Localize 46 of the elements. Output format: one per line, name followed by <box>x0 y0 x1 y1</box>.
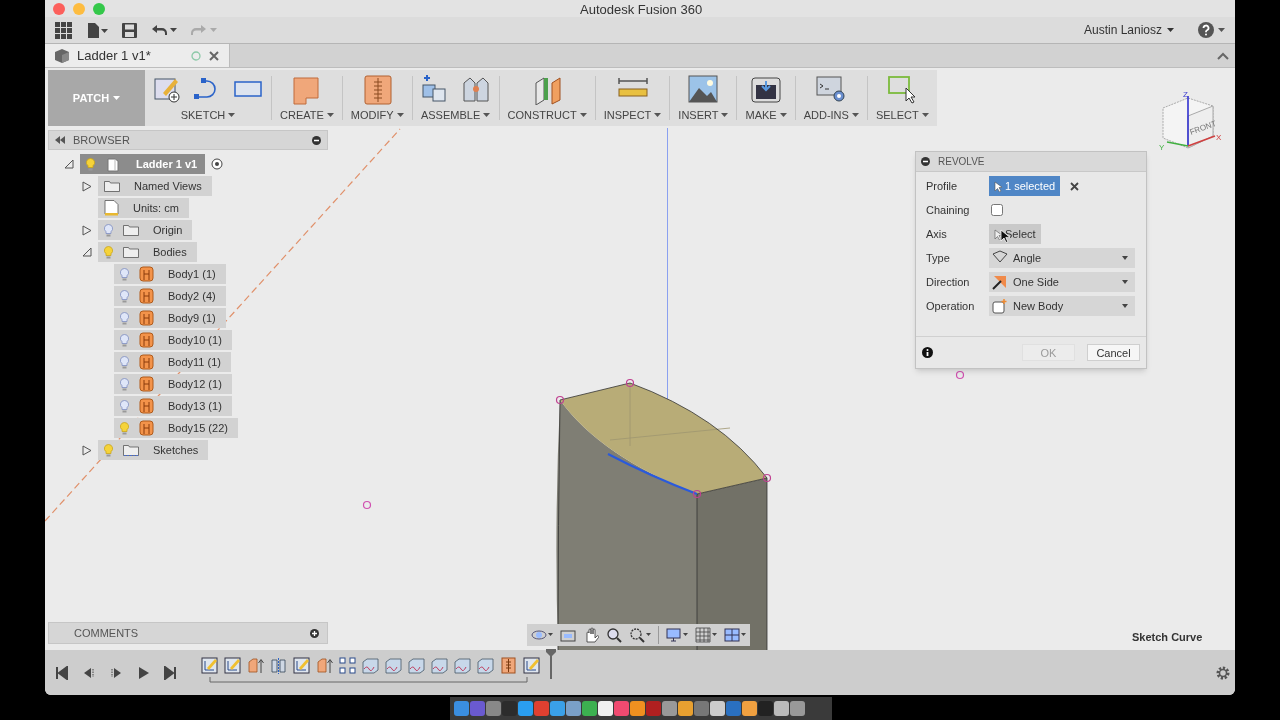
toolbar-menu[interactable]: INSPECT <box>603 106 662 123</box>
selection-button[interactable]: Select <box>989 224 1041 244</box>
field-label: Profile <box>926 178 959 194</box>
tree-item[interactable]: Body15 (22) <box>114 418 238 438</box>
dialog-button[interactable]: Cancel <box>1087 344 1140 361</box>
axis-label: X <box>1216 133 1222 142</box>
axis-label: Y <box>1159 143 1165 152</box>
panel-title: COMMENTS <box>74 625 140 641</box>
field-label: Chaining <box>926 202 971 218</box>
tree-item[interactable]: Body1 (1) <box>114 264 226 284</box>
tree-item[interactable]: Units: cm <box>98 198 189 218</box>
field-label: Direction <box>926 274 971 290</box>
tree-item[interactable]: Body13 (1) <box>114 396 232 416</box>
tree-item[interactable]: Body2 (4) <box>114 286 226 306</box>
toolbar-menu[interactable]: MODIFY <box>350 106 404 123</box>
field-label: Axis <box>926 226 948 242</box>
dropdown-field[interactable]: Angle <box>989 248 1135 268</box>
dropdown-field[interactable]: New Body <box>989 296 1135 316</box>
dropdown-field[interactable]: One Side <box>989 272 1135 292</box>
panel-title: BROWSER <box>73 132 131 148</box>
toolbar-menu[interactable]: CONSTRUCT <box>507 106 587 123</box>
tree-item[interactable]: Body10 (1) <box>114 330 232 350</box>
account-menu[interactable]: Austin Laniosz <box>1083 21 1174 39</box>
dialog-title: REVOLVE <box>938 155 985 169</box>
toolbar-menu[interactable]: SELECT <box>875 106 929 123</box>
tree-item[interactable]: Named Views <box>98 176 212 196</box>
tree-item[interactable]: Body11 (1) <box>114 352 231 372</box>
tree-item[interactable]: Sketches <box>98 440 209 460</box>
window-title: Autodesk Fusion 360 <box>580 1 703 19</box>
status-text: Sketch Curve <box>1132 630 1203 645</box>
document-tab[interactable]: Ladder 1 v1* <box>45 44 230 67</box>
toolbar-menu[interactable]: INSERT <box>678 106 729 123</box>
tree-item[interactable]: Body12 (1) <box>114 374 232 394</box>
tree-item[interactable]: Body9 (1) <box>114 308 226 328</box>
toolbar-menu[interactable]: ADD-INS <box>803 106 859 123</box>
tree-item[interactable]: Bodies <box>98 242 197 262</box>
toolbar-menu[interactable]: SKETCH <box>180 106 236 123</box>
axis-label: Z <box>1183 90 1188 99</box>
toolbar-menu[interactable]: MAKE <box>745 106 787 123</box>
field-label: Operation <box>926 298 976 314</box>
tree-item[interactable]: Origin <box>98 220 193 240</box>
field-label: Type <box>926 250 951 266</box>
selection-button[interactable]: 1 selected <box>989 176 1061 196</box>
tab-title: Ladder 1 v1* <box>77 46 152 65</box>
toolbar-menu[interactable]: CREATE <box>280 106 334 123</box>
toolbar-menu[interactable]: ASSEMBLE <box>420 106 491 123</box>
